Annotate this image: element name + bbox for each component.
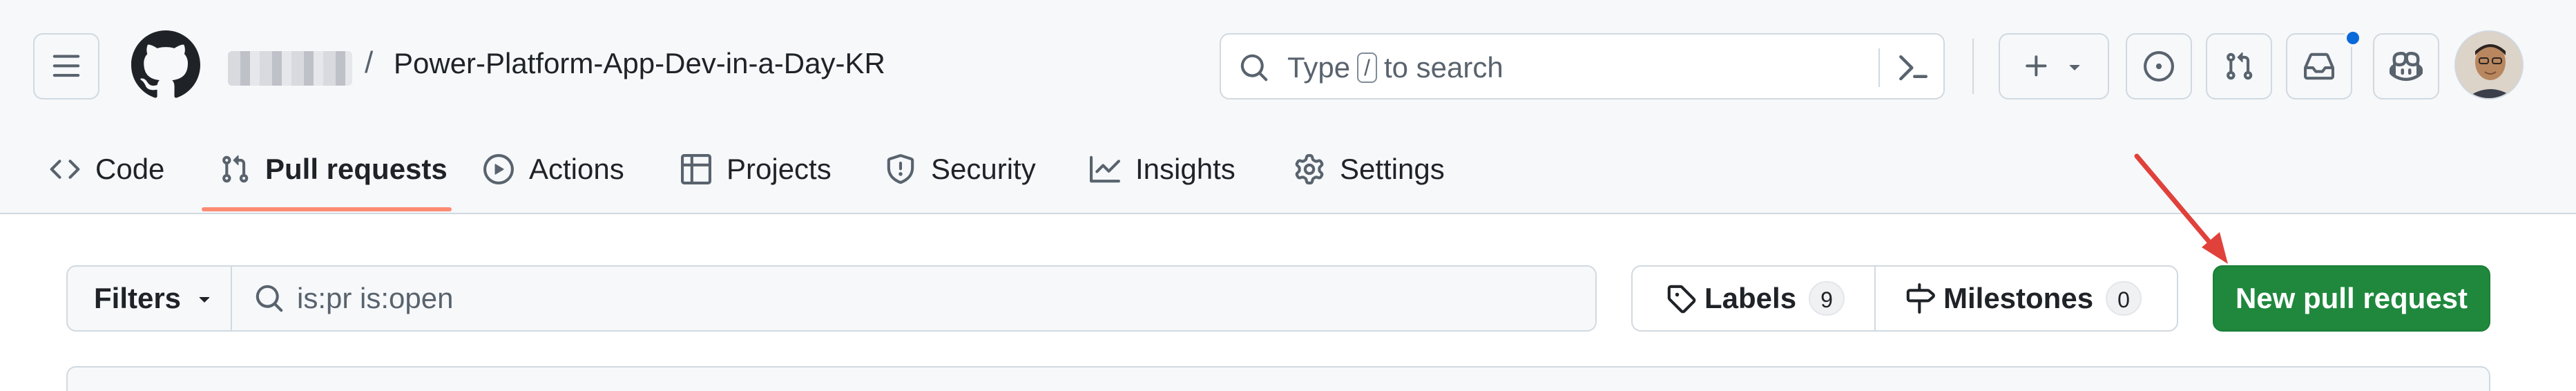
shield-icon — [887, 154, 914, 184]
search-input[interactable]: Type / to search — [1220, 33, 1945, 99]
milestones-label: Milestones — [1943, 282, 2094, 314]
tab-security-label: Security — [931, 153, 1036, 185]
tab-security[interactable]: Security — [885, 145, 1036, 193]
search-shortcut-key: / — [1357, 53, 1377, 83]
table-icon — [681, 154, 711, 184]
labels-label: Labels — [1704, 282, 1797, 314]
pull-request-list — [66, 366, 2490, 391]
labels-count-badge: 9 — [1809, 281, 1845, 316]
inbox-button[interactable] — [2286, 33, 2352, 99]
pull-requests-button[interactable] — [2206, 33, 2272, 99]
milestone-icon — [1906, 283, 1935, 314]
tab-pull-requests-label: Pull requests — [265, 153, 448, 185]
tab-pull-requests[interactable]: Pull requests — [220, 145, 448, 193]
plus-icon — [2026, 55, 2047, 77]
tab-code-label: Code — [95, 153, 165, 185]
search-placeholder-prefix: Type — [1287, 51, 1351, 84]
copilot-icon — [2390, 51, 2423, 82]
filters-label: Filters — [94, 282, 182, 314]
tab-code[interactable]: Code — [50, 145, 164, 193]
inbox-icon — [2304, 53, 2334, 80]
milestones-count-badge: 0 — [2106, 281, 2142, 316]
notification-indicator — [2344, 29, 2362, 47]
repo-name-link[interactable]: Power-Platform-App-Dev-in-a-Day-KR — [394, 47, 885, 80]
search-divider — [1878, 48, 1880, 87]
top-bar: / Power-Platform-App-Dev-in-a-Day-KR Typ… — [0, 0, 2576, 131]
labels-button[interactable]: Labels 9 — [1666, 267, 1845, 330]
graph-icon — [1090, 155, 1120, 183]
github-logo-icon[interactable] — [131, 30, 200, 99]
git-pull-request-icon — [222, 155, 249, 183]
copilot-button[interactable] — [2373, 33, 2439, 99]
filters-dropdown-button[interactable]: Filters — [68, 267, 232, 330]
tab-actions-label: Actions — [529, 153, 624, 185]
header-divider — [1972, 39, 1974, 94]
new-pull-request-button[interactable]: New pull request — [2213, 265, 2490, 332]
repo-owner-blurred[interactable] — [228, 51, 352, 86]
tab-insights-label: Insights — [1135, 153, 1236, 185]
labels-milestones-divider — [1874, 267, 1876, 330]
annotation-arrow-icon — [2134, 153, 2228, 264]
code-icon — [50, 160, 80, 179]
tag-icon — [1667, 285, 1696, 314]
issues-button[interactable] — [2126, 33, 2192, 99]
gear-icon — [1295, 154, 1324, 184]
tab-settings[interactable]: Settings — [1294, 145, 1445, 193]
issue-opened-icon — [2144, 51, 2174, 82]
filter-bar: Filters is:pr is:open — [66, 265, 1597, 332]
search-icon — [1240, 54, 1268, 82]
create-new-button[interactable] — [1999, 33, 2109, 99]
repo-path-separator: / — [365, 46, 374, 79]
tab-settings-label: Settings — [1340, 153, 1445, 185]
command-palette-icon[interactable] — [1896, 51, 1930, 84]
pull-request-search-input[interactable]: is:pr is:open — [233, 267, 1595, 330]
tab-projects-label: Projects — [727, 153, 832, 185]
filter-query-value: is:pr is:open — [297, 282, 454, 314]
tab-projects[interactable]: Projects — [681, 145, 832, 193]
hamburger-icon — [52, 55, 80, 77]
play-icon — [483, 154, 514, 184]
tab-insights[interactable]: Insights — [1090, 145, 1236, 193]
labels-milestones-group: Labels 9 Milestones 0 — [1631, 265, 2178, 332]
user-photo-icon — [2456, 32, 2522, 98]
tab-actions[interactable]: Actions — [483, 145, 624, 193]
milestones-button[interactable]: Milestones 0 — [1905, 267, 2142, 330]
triangle-down-icon — [2069, 65, 2080, 70]
menu-button[interactable] — [33, 33, 99, 99]
user-avatar[interactable] — [2454, 30, 2524, 99]
triangle-down-icon — [199, 297, 210, 303]
search-placeholder-suffix: to search — [1383, 51, 1503, 84]
active-tab-underline — [202, 207, 452, 211]
search-placeholder: Type / to search — [1287, 51, 1503, 84]
git-pull-request-icon — [2227, 52, 2253, 80]
search-icon — [256, 285, 283, 312]
